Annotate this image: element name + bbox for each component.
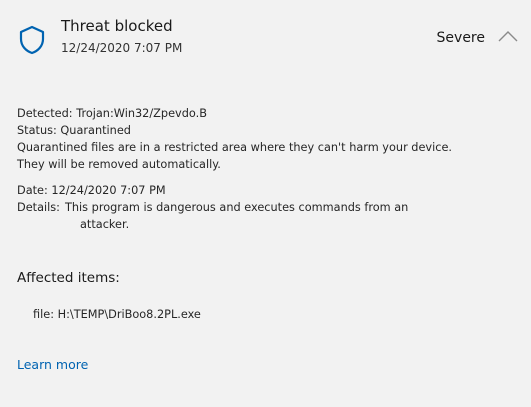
details-value: This program is dangerous and executes c… — [65, 199, 475, 233]
chevron-up-icon[interactable] — [497, 29, 519, 43]
status-label: Status: — [17, 124, 57, 137]
date-label: Date: — [17, 184, 48, 197]
status-row: Status: Quarantined — [17, 122, 517, 139]
threat-details: Detected: Trojan:Win32/Zpevdo.B Status: … — [17, 105, 517, 233]
quarantine-note-continued: They will be removed automatically. — [17, 158, 221, 171]
shield-icon — [19, 25, 45, 55]
date-row: Date: 12/24/2020 7:07 PM — [17, 182, 517, 199]
severity-label: Severe — [436, 30, 485, 46]
detected-row: Detected: Trojan:Win32/Zpevdo.B — [17, 105, 517, 122]
affected-file-item: file: H:\TEMP\DriBoo8.2PL.exe — [33, 308, 201, 321]
quarantine-note: Quarantined files are in a restricted ar… — [17, 141, 453, 154]
threat-header[interactable]: Threat blocked 12/24/2020 7:07 PM Severe — [0, 0, 531, 72]
affected-items-heading: Affected items: — [17, 270, 120, 286]
status-value: Quarantined — [60, 124, 131, 137]
file-path: H:\TEMP\DriBoo8.2PL.exe — [57, 308, 201, 321]
file-label: file: — [33, 308, 55, 321]
threat-title: Threat blocked — [61, 17, 173, 35]
details-row: Details: This program is dangerous and e… — [17, 199, 517, 233]
details-label: Details: — [17, 201, 60, 214]
details-value-line2: attacker. — [79, 218, 130, 231]
details-value-line1: This program is dangerous and executes c… — [64, 201, 409, 214]
detected-value: Trojan:Win32/Zpevdo.B — [76, 107, 207, 120]
learn-more-link[interactable]: Learn more — [17, 357, 88, 372]
threat-timestamp: 12/24/2020 7:07 PM — [61, 41, 183, 55]
date-value: 12/24/2020 7:07 PM — [51, 184, 166, 197]
detected-label: Detected: — [17, 107, 73, 120]
